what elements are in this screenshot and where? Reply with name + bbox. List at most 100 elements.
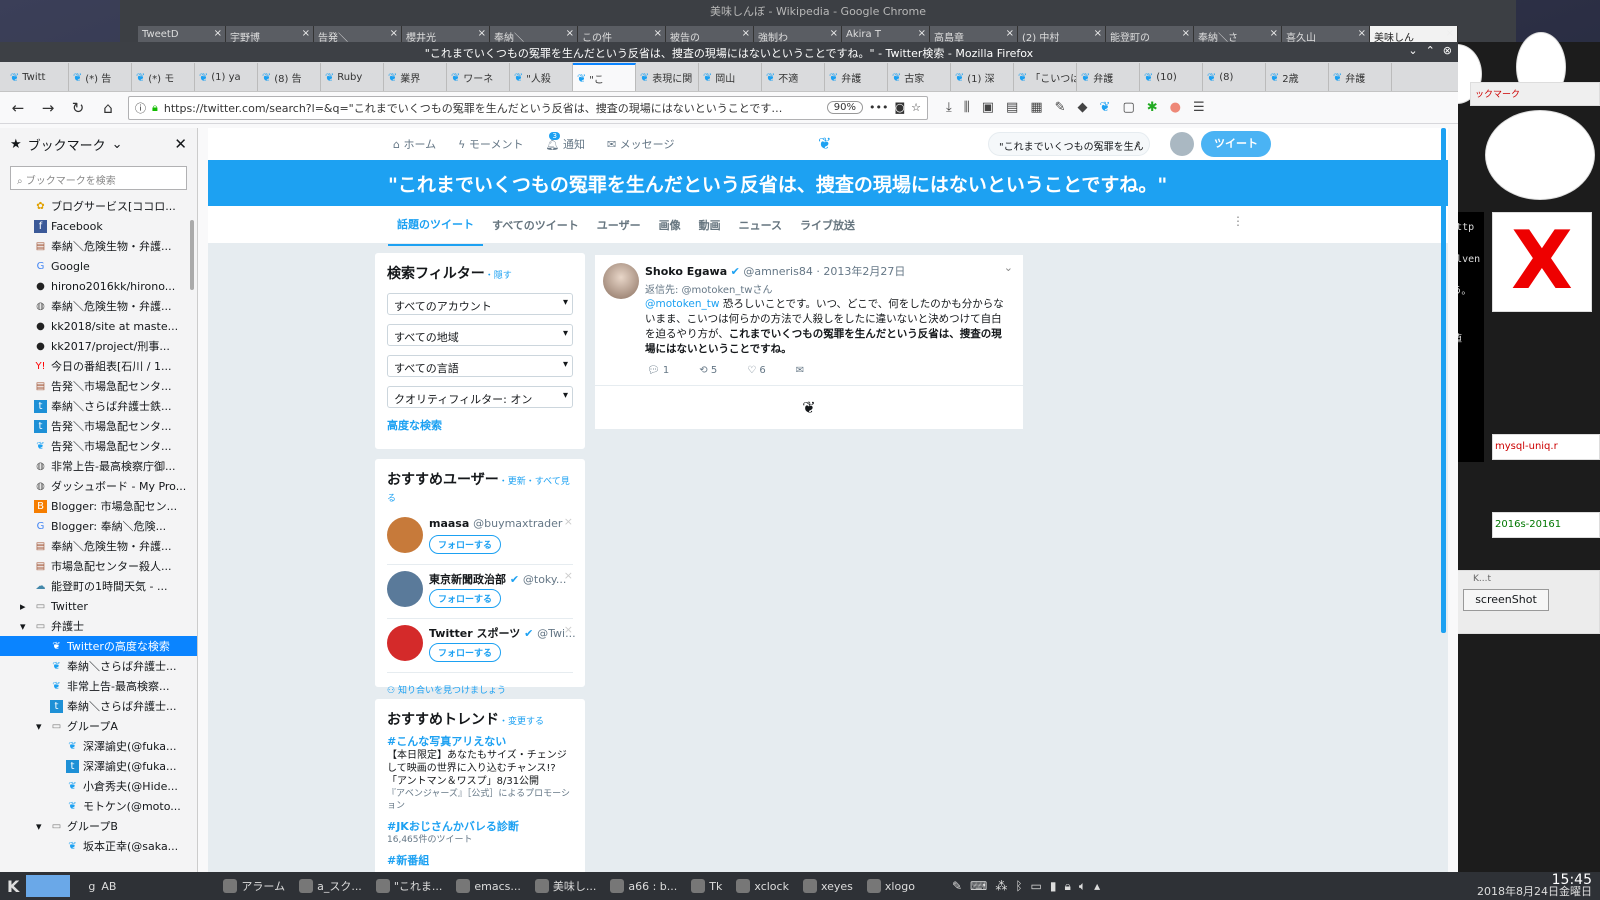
bookmark-item[interactable]: ❦ 坂本正幸(@saka... xyxy=(0,836,197,856)
search-tab[interactable]: 画像 xyxy=(650,205,690,245)
twitter-search-input[interactable]: "これまでいくつもの冤罪を生ん ⌕ xyxy=(988,132,1150,156)
bookmark-item[interactable]: G Google xyxy=(0,256,197,276)
tray-monitor-icon[interactable]: ▭ xyxy=(1031,879,1042,894)
bookmark-folder[interactable]: ▸ ▭ Twitter xyxy=(0,596,197,616)
close-icon[interactable]: ⊗ xyxy=(1443,44,1452,57)
sidebar-title[interactable]: ブックマーク xyxy=(28,135,106,154)
firefox-tab[interactable]: ❦ 業界 xyxy=(384,63,447,91)
firefox-tab[interactable]: ❦ 不適 xyxy=(762,63,825,91)
bookmark-item[interactable]: ● kk2017/project/刑事... xyxy=(0,336,197,356)
folder-toggle-icon[interactable]: ▾ xyxy=(36,720,46,733)
tray-bluetooth-icon[interactable]: ᛒ xyxy=(1015,879,1022,894)
trend-hashtag[interactable]: #JKおじさんかバレる診断 xyxy=(387,818,573,834)
chevron-down-icon[interactable]: ⌄ xyxy=(112,137,123,152)
firefox-tab[interactable]: ❦ (1) 深 xyxy=(951,63,1014,91)
home-icon[interactable]: ⌂ xyxy=(98,99,118,117)
firefox-tab[interactable]: ❦ 弁護 xyxy=(825,63,888,91)
trend-item[interactable]: #こんな写真アリえない 【本日限定】あなたもサイズ・チェンジして映画の世界に入り込… xyxy=(387,733,573,812)
firefox-tab[interactable]: ❦ (8) xyxy=(1203,63,1266,91)
nav-notifications[interactable]: 🔔︎ 3 通知 xyxy=(545,132,585,152)
taskbar-item[interactable]: xeyes xyxy=(796,872,860,900)
filter-select[interactable]: すべての言語 xyxy=(387,355,573,377)
firefox-tab[interactable]: ❦ "人殺 xyxy=(510,63,573,91)
user-avatar[interactable] xyxy=(387,517,423,553)
pen-icon[interactable]: ✎ xyxy=(1055,100,1066,115)
firefox-tab[interactable]: ❦ Ruby xyxy=(321,63,384,91)
user-name[interactable]: maasa xyxy=(429,517,469,530)
tray-battery-icon[interactable]: ▮ xyxy=(1050,879,1057,894)
grid-icon[interactable]: ▦ xyxy=(1030,100,1042,115)
bookmark-item[interactable]: B Blogger: 市場急配セン... xyxy=(0,496,197,516)
minimize-icon[interactable]: ⌄ xyxy=(1408,44,1417,57)
bookmark-item[interactable]: ◍ ダッシュボード - My Pro... xyxy=(0,476,197,496)
bookmark-folder[interactable]: ▾ ▭ グループA xyxy=(0,716,197,736)
reply-button[interactable]: 💬︎ 1 xyxy=(647,365,669,376)
maximize-icon[interactable]: ⌃ xyxy=(1426,44,1435,57)
bookmark-item[interactable]: t 告発＼市場急配センタ... xyxy=(0,416,197,436)
url-bar[interactable]: ⓘ 🔒︎ https://twitter.com/search?l=&q="これ… xyxy=(128,95,928,120)
firefox-tab[interactable]: ❦ (10) xyxy=(1140,63,1203,91)
url-text[interactable]: https://twitter.com/search?l=&q="これまでいくつ… xyxy=(164,100,784,116)
clipboard-icon[interactable]: ▢ xyxy=(1122,100,1134,115)
tweet-menu-chevron-icon[interactable]: ⌄ xyxy=(1004,261,1013,274)
direct-message-icon[interactable]: ✉ xyxy=(796,365,804,376)
nav-messages[interactable]: ✉ メッセージ xyxy=(607,136,675,152)
nav-moments[interactable]: ϟ モーメント xyxy=(458,136,523,152)
follow-button[interactable]: フォローする xyxy=(429,535,502,554)
twitter-logo-icon[interactable]: ❦ xyxy=(818,134,831,153)
bookmark-star-icon[interactable]: ☆ xyxy=(911,101,921,114)
tray-network-icon[interactable]: ⁂ xyxy=(995,879,1007,894)
firefox-tab[interactable]: ❦ 表現に関 xyxy=(636,63,699,91)
firefox-tab[interactable]: ❦ (1) ya xyxy=(195,63,258,91)
bookmark-item[interactable]: ● hirono2016kk/hirono... xyxy=(0,276,197,296)
bookmark-item[interactable]: ❦ 深澤諭史(@fuka... xyxy=(0,736,197,756)
sidebar-scrollbar[interactable] xyxy=(190,220,194,290)
clock[interactable]: 15:45 2018年8月24日金曜日 xyxy=(1477,873,1600,898)
trend-hashtag[interactable]: #こんな写真アリえない xyxy=(387,733,573,749)
like-button[interactable]: ♡ 6 xyxy=(747,365,766,376)
advanced-search-link[interactable]: 高度な検索 xyxy=(387,417,573,433)
bookmark-folder[interactable]: ▾ ▭ グループB xyxy=(0,816,197,836)
taskbar-item[interactable]: "これま... xyxy=(369,872,450,900)
screenshot-button[interactable]: screenShot xyxy=(1463,589,1549,611)
search-tab[interactable]: すべてのツイート xyxy=(483,205,588,245)
bookmark-item[interactable]: ▤ 奉納＼危険生物・弁護... xyxy=(0,236,197,256)
bookmark-item[interactable]: ▤ 市場急配センター殺人... xyxy=(0,556,197,576)
twitter-ext-icon[interactable]: ❦ xyxy=(1100,100,1111,115)
user-name[interactable]: 東京新聞政治部 xyxy=(429,573,506,586)
filter-hide-link[interactable]: ・隠す xyxy=(485,271,512,281)
tweet-mention[interactable]: @motoken_tw xyxy=(645,298,719,310)
evernote-icon[interactable]: ◆ xyxy=(1078,100,1088,115)
user-name[interactable]: Twitter スポーツ xyxy=(429,627,520,640)
kde-menu-icon[interactable]: K xyxy=(0,872,26,900)
back-icon[interactable]: ← xyxy=(8,99,28,117)
trends-change-link[interactable]: ・変更する xyxy=(499,717,544,727)
bookmark-item[interactable]: ✿ ブログサービス[ココロ... xyxy=(0,196,197,216)
taskbar-item[interactable]: a_スク... xyxy=(292,872,369,900)
taskbar-item[interactable]: xlogo xyxy=(860,872,922,900)
search-tab[interactable]: 話題のツイート xyxy=(388,204,483,246)
bookmark-item[interactable]: ▤ 奉納＼危険生物・弁護... xyxy=(0,536,197,556)
tweet-avatar[interactable] xyxy=(603,263,639,299)
find-friends-link[interactable]: ⚇ 知り合いを見つけましょう xyxy=(387,683,573,696)
bookmark-item[interactable]: ❦ 非常上告-最高検察... xyxy=(0,676,197,696)
filter-select[interactable]: クオリティフィルター: オン xyxy=(387,386,573,408)
forward-icon[interactable]: → xyxy=(38,99,58,117)
bookmark-item[interactable]: ● kk2018/site at maste... xyxy=(0,316,197,336)
bookmark-folder[interactable]: ▾ ▭ 弁護士 xyxy=(0,616,197,636)
bookmark-item[interactable]: G Blogger: 奉納＼危険... xyxy=(0,516,197,536)
extension-icon[interactable]: ▤ xyxy=(1006,100,1018,115)
taskbar-item[interactable]: 美味し... xyxy=(528,872,604,900)
filter-select[interactable]: すべてのアカウント xyxy=(387,293,573,315)
bookmark-item[interactable]: t 深澤諭史(@fuka... xyxy=(0,756,197,776)
filter-select[interactable]: すべての地域 xyxy=(387,324,573,346)
tweet-button[interactable]: ツイート xyxy=(1201,131,1271,157)
trend-more[interactable]: #新番組 xyxy=(387,852,573,868)
desktop-pager[interactable] xyxy=(26,875,71,897)
tray-lock-icon[interactable]: 🔒︎ xyxy=(1064,879,1070,894)
firefox-tab[interactable]: ❦ Twitt xyxy=(6,63,69,91)
bookmark-item[interactable]: ❦ モトケン(@moto... xyxy=(0,796,197,816)
taskbar-item[interactable]: Tk xyxy=(684,872,729,900)
info-icon[interactable]: ⓘ xyxy=(135,100,146,116)
page-scrollbar[interactable] xyxy=(1441,128,1446,633)
